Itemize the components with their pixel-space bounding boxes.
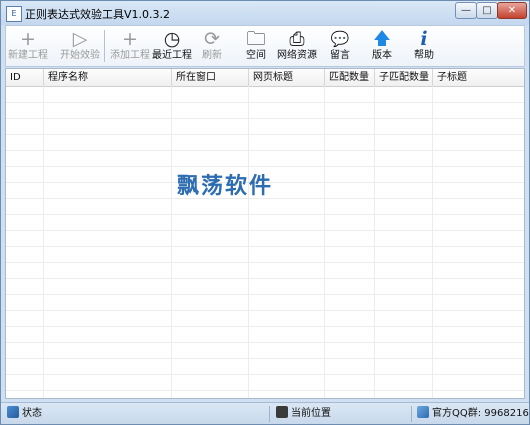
play-circle-icon: ▷ [72,28,88,50]
plus-icon: + [122,28,138,50]
new-project-button[interactable]: + 新建工程 [8,28,48,66]
qq-group-panel: 官方QQ群: 99682169 [417,406,530,422]
status-label: 状态 [22,408,42,419]
window-title: 正则表达式效验工具V1.0.3.2 [25,8,171,21]
maximize-button[interactable]: □ [476,2,498,19]
column-divider [248,86,249,398]
column-header-subtitle[interactable]: 子标题 [433,69,524,86]
refresh-label: 刷新 [202,50,222,61]
network-resources-label: 网络资源 [277,50,317,61]
chat-bubble-icon: 💬 [330,30,350,48]
new-project-label: 新建工程 [8,50,48,61]
app-icon: E [6,6,22,22]
help-label: 帮助 [414,50,434,61]
info-icon: i [420,28,428,50]
toolbar: + 新建工程 ▷ 开始效验 + 添加工程 ◷ 最近工程 ⟳ 刷新 🗀 空间 ⎙ … [5,25,525,67]
recent-projects-button[interactable]: ◷ 最近工程 [152,28,192,66]
column-header-match-count[interactable]: 匹配数量 [325,69,375,86]
add-project-label: 添加工程 [110,50,150,61]
location-icon [276,406,288,418]
toolbar-separator [104,30,105,62]
network-resources-button[interactable]: ⎙ 网络资源 [276,28,318,66]
column-header-submatch-count[interactable]: 子匹配数量 [375,69,433,86]
arrow-up-icon: 🡅 [373,29,391,49]
watermark-text: 飘荡软件 [177,173,274,199]
results-table[interactable]: ID 程序名称 所在窗口 网页标题 匹配数量 子匹配数量 子标题 飘荡软件 [5,68,525,399]
start-verify-button[interactable]: ▷ 开始效验 [60,28,100,66]
add-project-button[interactable]: + 添加工程 [110,28,150,66]
main-window: E 正则表达式效验工具V1.0.3.2 — □ ✕ + 新建工程 ▷ 开始效验 … [0,0,530,425]
status-bar: 状态 当前位置 官方QQ群: 99682169 [1,402,530,424]
column-header-window[interactable]: 所在窗口 [172,69,249,86]
refresh-button[interactable]: ⟳ 刷新 [196,28,228,66]
help-button[interactable]: i 帮助 [408,28,440,66]
column-divider [43,86,44,398]
close-button[interactable]: ✕ [497,2,527,19]
message-button[interactable]: 💬 留言 [324,28,356,66]
table-header: ID 程序名称 所在窗口 网页标题 匹配数量 子匹配数量 子标题 [6,69,524,87]
position-label: 当前位置 [291,408,331,419]
refresh-icon: ⟳ [204,28,220,50]
clock-icon: ◷ [163,28,181,50]
status-panel: 状态 [7,406,42,422]
message-label: 留言 [330,50,350,61]
column-header-program-name[interactable]: 程序名称 [44,69,172,86]
space-label: 空间 [246,50,266,61]
column-divider [432,86,433,398]
column-divider [324,86,325,398]
minimize-button[interactable]: — [455,2,477,19]
column-divider [171,86,172,398]
qq-group-label: 官方QQ群: 99682169 [432,408,530,419]
printer-icon: ⎙ [289,28,305,50]
column-divider [374,86,375,398]
user-group-icon [417,406,429,418]
version-label: 版本 [372,50,392,61]
space-button[interactable]: 🗀 空间 [240,28,272,66]
start-verify-label: 开始效验 [60,50,100,61]
plus-icon: + [20,28,36,50]
folder-icon: 🗀 [246,28,266,50]
status-icon [7,406,19,418]
title-bar[interactable]: E 正则表达式效验工具V1.0.3.2 — □ ✕ [1,1,529,25]
column-header-page-title[interactable]: 网页标题 [249,69,325,86]
position-panel: 当前位置 [276,406,331,422]
status-separator [269,406,270,422]
recent-projects-label: 最近工程 [152,50,192,61]
column-header-id[interactable]: ID [6,69,44,86]
status-separator [411,406,412,422]
version-button[interactable]: 🡅 版本 [366,28,398,66]
